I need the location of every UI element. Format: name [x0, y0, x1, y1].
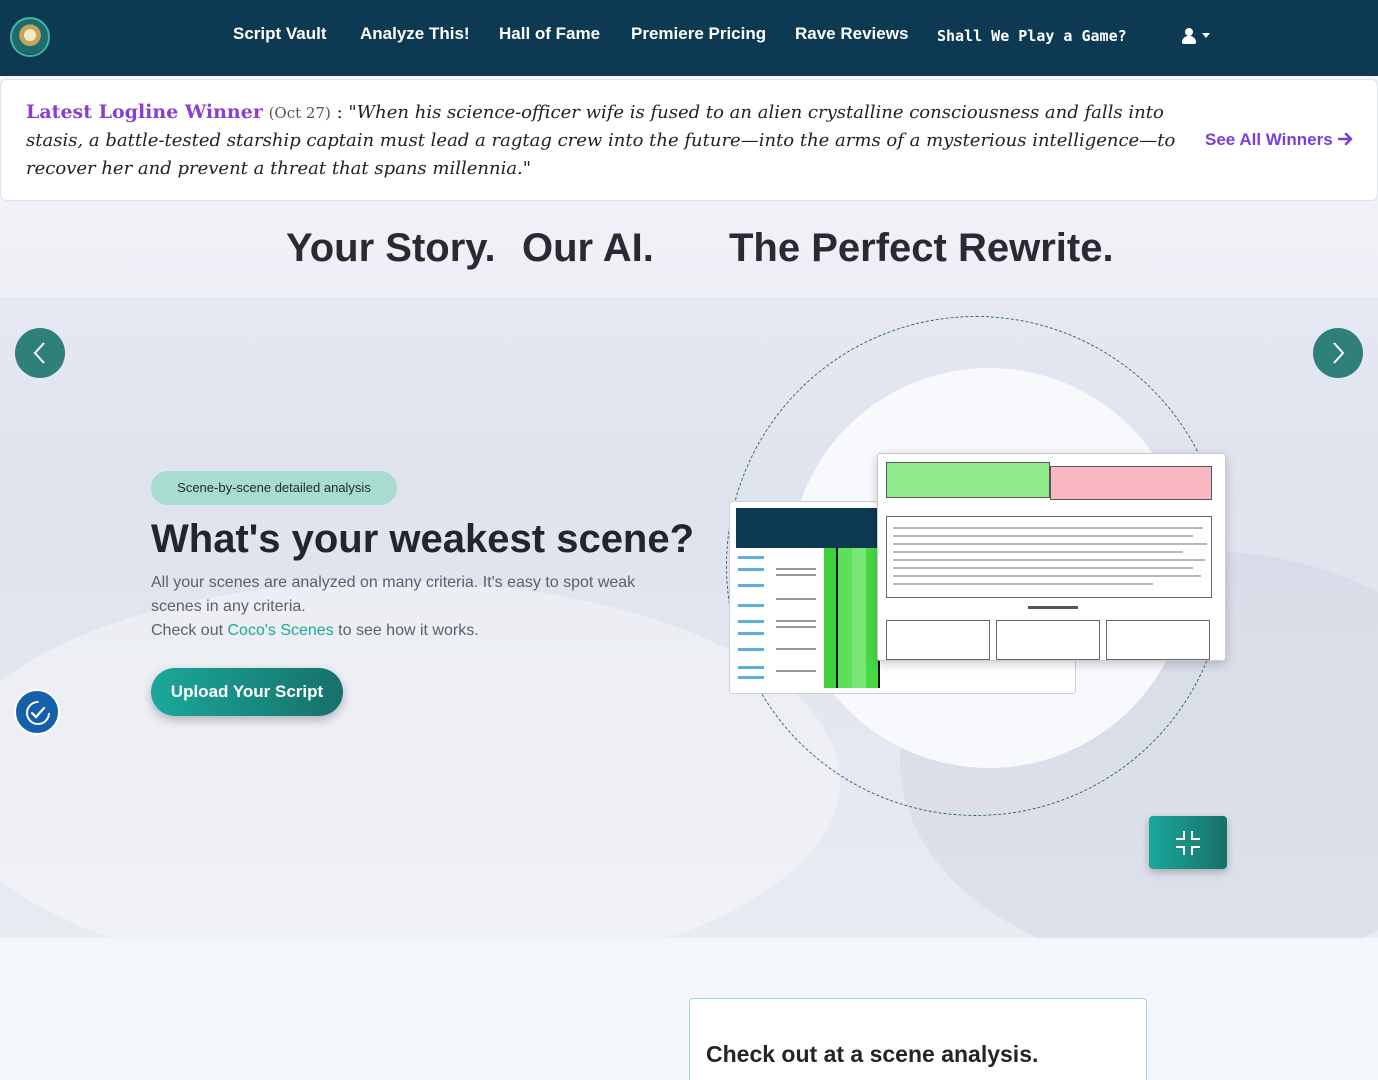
logline-title[interactable]: Latest Logline Winner — [26, 101, 263, 123]
carousel-prev-button[interactable] — [15, 328, 65, 378]
cocos-scenes-link[interactable]: Coco's Scenes — [227, 622, 333, 639]
upload-script-button[interactable]: Upload Your Script — [151, 668, 343, 716]
logline-banner: Latest Logline Winner (Oct 27) : "When h… — [0, 79, 1378, 201]
user-icon — [1182, 28, 1196, 44]
site-logo[interactable] — [10, 17, 50, 57]
feature-badge: Scene-by-scene detailed analysis — [151, 471, 397, 505]
nav-script-vault[interactable]: Script Vault — [233, 24, 327, 44]
tagline-our-ai: Our AI. — [522, 226, 654, 270]
desc-line1: All your scenes are analyzed on many cri… — [151, 574, 636, 615]
navbar: Script Vault Analyze This! Hall of Fame … — [0, 0, 1378, 76]
caret-down-icon — [1202, 33, 1210, 38]
nav-analyze-this[interactable]: Analyze This! — [360, 24, 470, 44]
tagline-perfect-rewrite: The Perfect Rewrite. — [729, 226, 1114, 270]
critique-preview — [877, 453, 1226, 661]
compress-icon — [1176, 831, 1200, 855]
scene-analysis-card: Check out at a scene analysis. — [689, 998, 1147, 1080]
fullscreen-toggle-button[interactable] — [1149, 816, 1227, 869]
see-all-winners-link[interactable]: See All Winners — [1205, 130, 1333, 150]
scene-analysis-title: Check out at a scene analysis. — [706, 1041, 1039, 1067]
nav-premiere-pricing[interactable]: Premiere Pricing — [631, 24, 766, 44]
chevron-right-icon — [1333, 342, 1345, 364]
arrow-right-icon[interactable] — [1338, 131, 1354, 147]
hero-description: All your scenes are analyzed on many cri… — [151, 571, 671, 643]
carousel-next-button[interactable] — [1313, 328, 1363, 378]
nav-shall-we-play[interactable]: Shall We Play a Game? — [937, 27, 1127, 45]
hero-carousel: Your Story. Our AI. The Perfect Rewrite.… — [0, 201, 1378, 938]
nav-hall-of-fame[interactable]: Hall of Fame — [499, 24, 600, 44]
logline-date: (Oct 27) — [268, 104, 331, 122]
hero-headline: What's your weakest scene? — [151, 517, 695, 561]
accessibility-button[interactable] — [14, 689, 60, 735]
accessibility-icon — [26, 701, 50, 725]
user-menu[interactable] — [1182, 28, 1212, 46]
lower-section: Check out at a scene analysis. — [0, 938, 1378, 1080]
logline-separator: : — [330, 102, 349, 123]
desc-post: to see how it works. — [333, 622, 479, 639]
chevron-left-icon — [33, 342, 45, 364]
tagline-your-story: Your Story. — [286, 226, 496, 270]
desc-pre: Check out — [151, 622, 228, 639]
logline-text: Latest Logline Winner (Oct 27) : "When h… — [26, 98, 1186, 183]
nav-rave-reviews[interactable]: Rave Reviews — [795, 24, 908, 44]
